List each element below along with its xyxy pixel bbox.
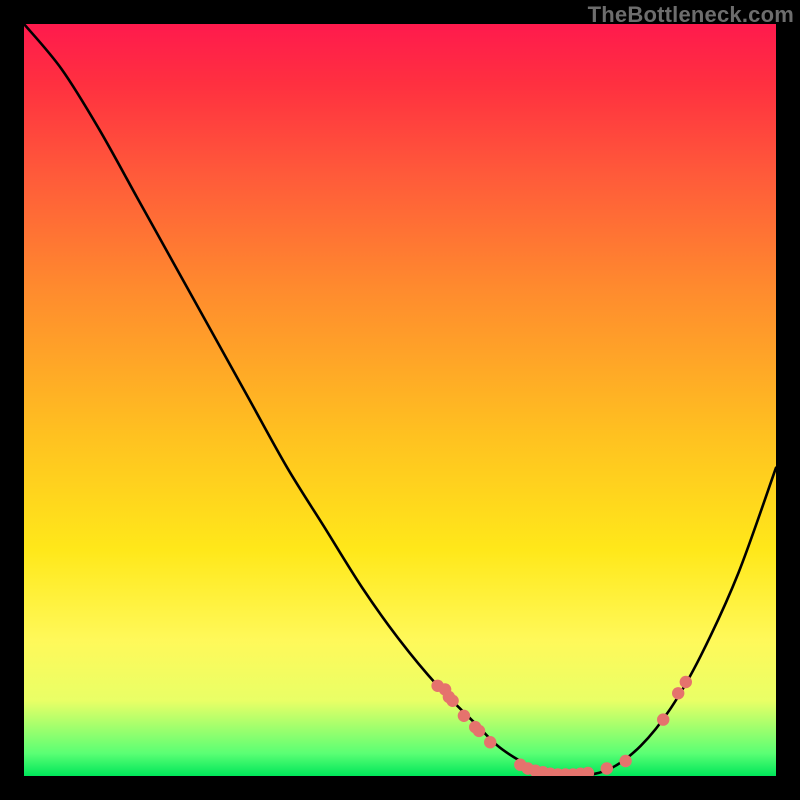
data-marker	[469, 721, 481, 733]
data-marker	[672, 687, 684, 699]
data-marker	[522, 762, 534, 774]
data-marker	[458, 710, 470, 722]
data-marker	[439, 683, 451, 695]
data-marker	[680, 676, 692, 688]
data-marker	[443, 691, 455, 703]
watermark-text: TheBottleneck.com	[588, 2, 794, 28]
data-marker	[619, 755, 631, 767]
data-marker	[431, 680, 443, 692]
data-marker	[574, 768, 586, 777]
data-marker	[582, 767, 594, 776]
curve-layer	[24, 24, 776, 776]
curve-group	[24, 24, 776, 776]
data-marker	[529, 765, 541, 777]
bottleneck-curve	[24, 24, 776, 776]
data-marker	[552, 768, 564, 776]
data-marker	[657, 713, 669, 725]
data-marker	[473, 725, 485, 737]
marker-group	[431, 676, 692, 776]
data-marker	[559, 768, 571, 776]
data-marker	[601, 762, 613, 774]
chart-stage: TheBottleneck.com	[0, 0, 800, 800]
data-marker	[446, 695, 458, 707]
data-marker	[544, 768, 556, 777]
data-marker	[537, 766, 549, 776]
data-marker	[514, 759, 526, 771]
data-marker	[484, 736, 496, 748]
plot-area	[24, 24, 776, 776]
data-marker	[567, 768, 579, 776]
